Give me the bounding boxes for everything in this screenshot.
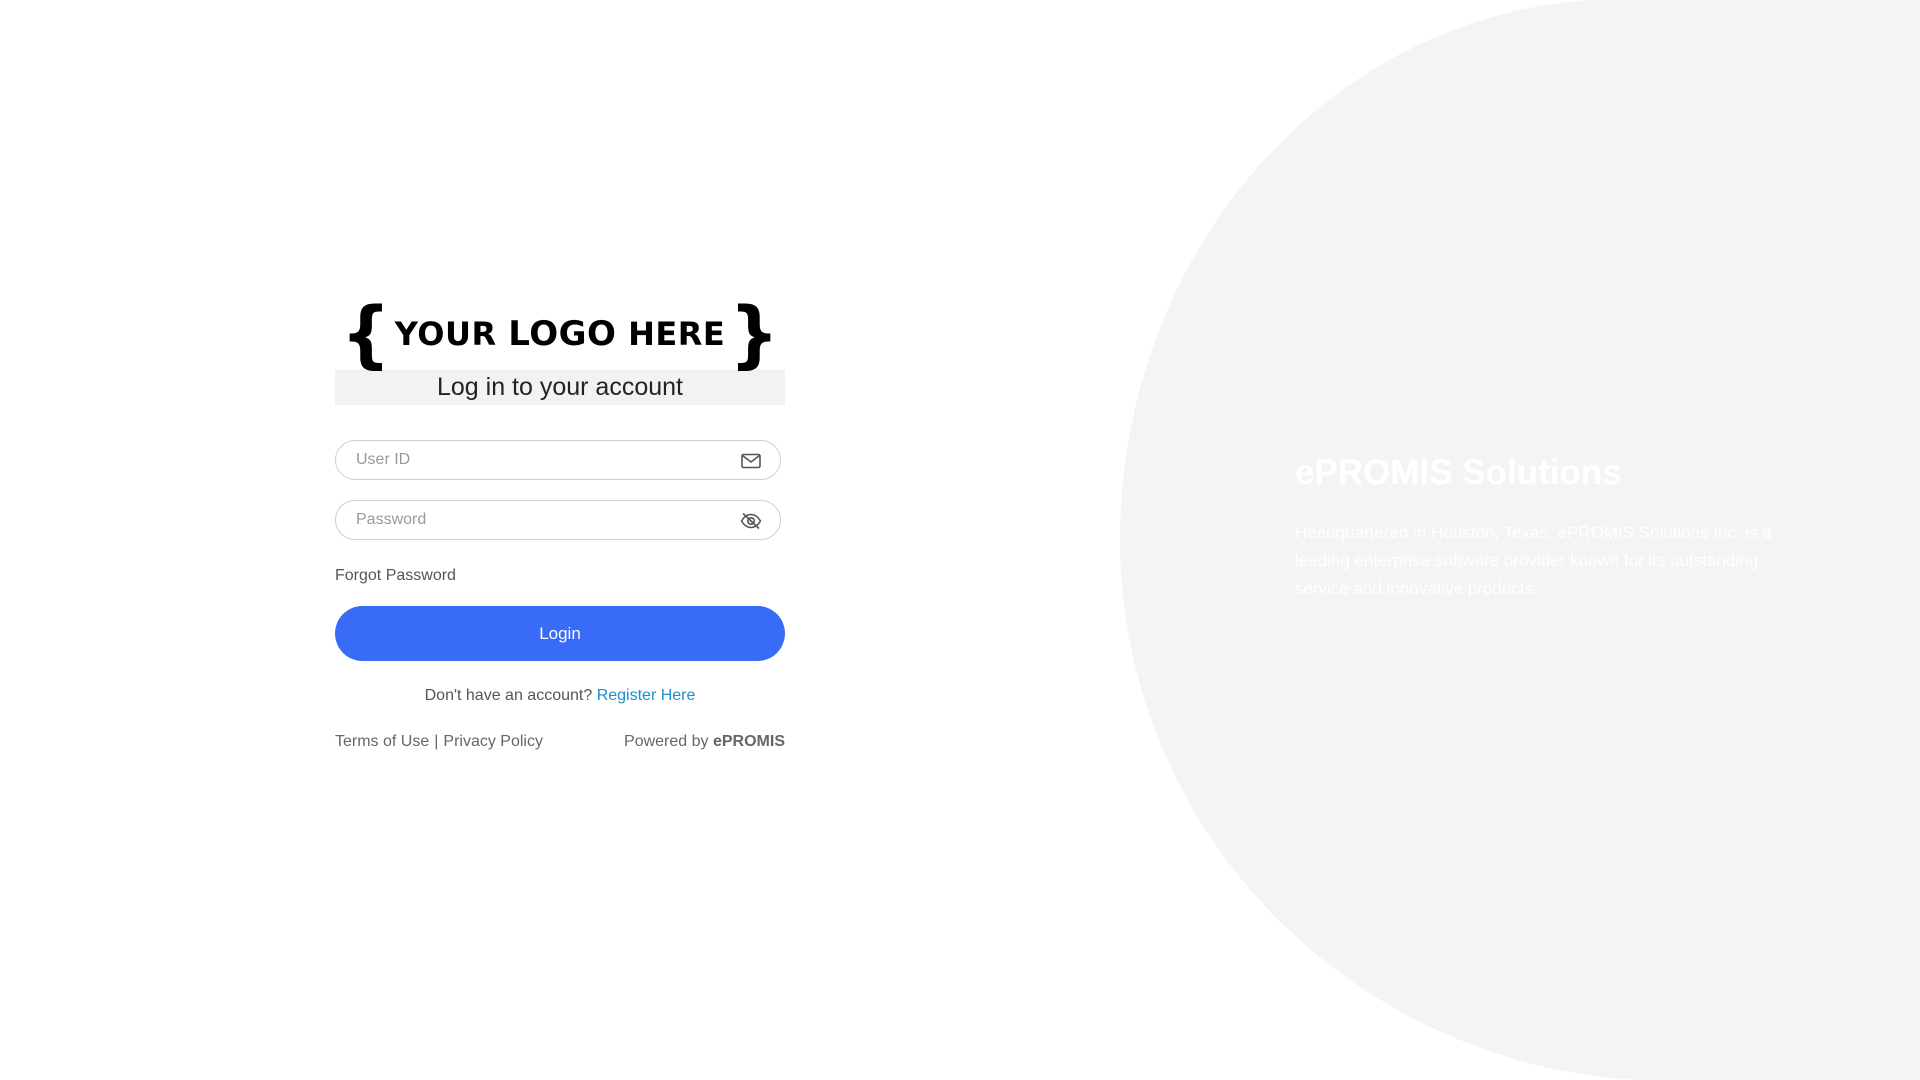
login-title-bar: Log in to your account	[335, 370, 785, 405]
no-account-text: Don't have an account?	[424, 687, 593, 704]
eye-slash-icon[interactable]	[740, 511, 762, 531]
password-input[interactable]	[356, 501, 716, 539]
powered-by: Powered by ePROMIS	[624, 733, 785, 751]
logo-word-here: HERE	[628, 315, 726, 353]
footer: Terms of Use | Privacy Policy Powered by e…	[335, 733, 785, 751]
page-title: Log in to your account	[437, 373, 683, 401]
terms-link[interactable]: Terms of Use	[335, 733, 429, 750]
login-form: { YOUR LOGO HERE } Log in to your accoun…	[335, 290, 785, 751]
user-id-input[interactable]	[356, 441, 716, 479]
logo-word-your: YOUR	[394, 315, 497, 353]
logo-word-logo: LOGO	[508, 314, 617, 354]
logo-close-brace: }	[729, 290, 780, 378]
login-button[interactable]: Login	[335, 606, 785, 661]
mail-icon	[740, 451, 762, 471]
info-description: Headquartered in Houston, Texas, ePROMIS…	[1295, 523, 1772, 598]
footer-links: Terms of Use | Privacy Policy	[335, 733, 543, 751]
logo-text: YOUR LOGO HERE	[395, 314, 725, 354]
privacy-link[interactable]: Privacy Policy	[443, 733, 543, 750]
brand-name: ePROMIS	[712, 733, 785, 750]
company-logo: { YOUR LOGO HERE }	[335, 290, 785, 378]
user-id-field[interactable]	[335, 440, 781, 480]
register-link[interactable]: Register Here	[597, 687, 696, 704]
register-prompt: Don't have an account? Register Here	[335, 687, 785, 705]
info-title: ePROMIS Solutions	[1295, 453, 1622, 492]
password-field[interactable]	[335, 500, 781, 540]
forgot-password-link[interactable]: Forgot Password	[335, 567, 456, 585]
info-panel: ePROMIS Solutions Headquartered in Houst…	[1295, 453, 1775, 603]
footer-separator: |	[434, 733, 439, 750]
login-page: ePROMIS Solutions Headquartered in Houst…	[0, 0, 1920, 1080]
logo-open-brace: {	[340, 290, 391, 378]
powered-by-label: Powered by	[624, 733, 709, 750]
